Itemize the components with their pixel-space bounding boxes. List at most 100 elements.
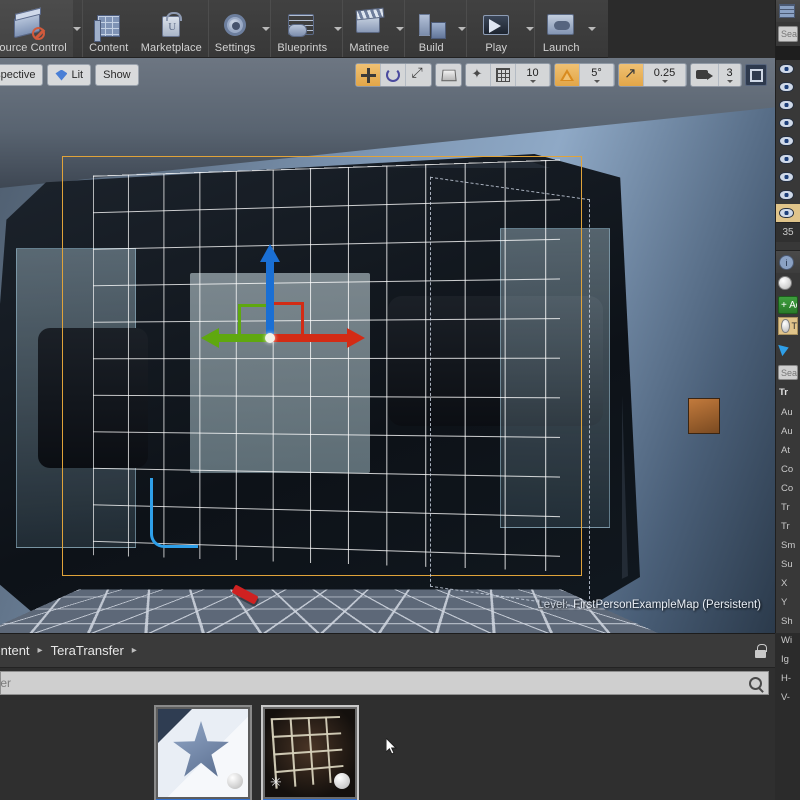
visibility-eye-icon[interactable] bbox=[779, 208, 794, 218]
add-component-button[interactable]: + Add bbox=[778, 296, 798, 314]
settings-gear-icon bbox=[218, 11, 252, 41]
details-property[interactable]: Au bbox=[776, 422, 800, 441]
viewport-viewmode-button[interactable]: Lit bbox=[47, 64, 91, 86]
outliner-row[interactable] bbox=[776, 114, 800, 132]
visibility-eye-icon[interactable] bbox=[779, 136, 794, 146]
outliner-row-selected[interactable] bbox=[776, 204, 800, 222]
details-property[interactable]: Tr bbox=[776, 517, 800, 536]
scale-snap-value-text: 0.25 bbox=[654, 67, 675, 79]
outliner-row[interactable] bbox=[776, 96, 800, 114]
visibility-eye-icon[interactable] bbox=[779, 190, 794, 200]
selected-component-row[interactable]: T bbox=[778, 317, 798, 335]
outliner-actor-count: 35 bbox=[776, 222, 800, 242]
toolbar-group-content: Content Marketplace bbox=[83, 0, 209, 57]
gizmo-center-handle[interactable] bbox=[265, 333, 275, 343]
toolbar-item-play[interactable]: Play bbox=[467, 0, 525, 57]
world-outliner-icon bbox=[779, 4, 795, 18]
details-property[interactable]: Ig bbox=[776, 650, 800, 669]
details-property[interactable]: Su bbox=[776, 555, 800, 574]
content-browser-search-input[interactable]: ...sfer bbox=[0, 671, 769, 695]
viewport-perspective-button[interactable]: Perspective bbox=[0, 64, 43, 86]
gizmo-plane-xz[interactable] bbox=[270, 302, 304, 336]
breadcrumb: Content ▸ TeraTransfer ▸ bbox=[0, 634, 775, 668]
toolbar-item-launch[interactable]: Launch bbox=[535, 0, 587, 57]
play-dropdown-arrow[interactable] bbox=[525, 16, 534, 42]
details-property[interactable]: H- bbox=[776, 669, 800, 688]
perspective-label: Perspective bbox=[0, 69, 35, 81]
details-property[interactable]: At bbox=[776, 441, 800, 460]
move-gizmo-button[interactable] bbox=[356, 64, 381, 86]
toolbar-item-source-control[interactable]: Source Control bbox=[0, 0, 73, 57]
asset-tile-shuriken[interactable] bbox=[154, 705, 252, 800]
details-property[interactable]: Co bbox=[776, 479, 800, 498]
outliner-row[interactable] bbox=[776, 60, 800, 78]
grid-snap-button[interactable] bbox=[491, 64, 516, 86]
outliner-row[interactable] bbox=[776, 186, 800, 204]
scale-snap-button[interactable] bbox=[619, 64, 644, 86]
scale-gizmo-button[interactable] bbox=[406, 64, 431, 86]
scene-crate-actor bbox=[688, 398, 720, 434]
details-property[interactable]: V- bbox=[776, 688, 800, 707]
camera-speed-button[interactable] bbox=[691, 64, 719, 86]
visibility-eye-icon[interactable] bbox=[779, 154, 794, 164]
breadcrumb-item-content[interactable]: Content bbox=[0, 643, 30, 658]
toolbar-item-matinee[interactable]: Matinee bbox=[343, 0, 395, 57]
rotate-gizmo-button[interactable] bbox=[381, 64, 406, 86]
details-category-transform[interactable]: Tr bbox=[776, 384, 800, 401]
details-property[interactable]: X bbox=[776, 574, 800, 593]
source-control-dropdown-arrow[interactable] bbox=[73, 16, 82, 42]
gizmo-axis-y[interactable] bbox=[218, 334, 270, 342]
details-property[interactable]: Co bbox=[776, 460, 800, 479]
scale-snap-value[interactable]: 0.25 bbox=[644, 64, 686, 86]
viewport-show-button[interactable]: Show bbox=[95, 64, 139, 86]
rotation-snap-value[interactable]: 5° bbox=[580, 64, 614, 86]
lock-icon[interactable] bbox=[754, 644, 767, 658]
outliner-row[interactable] bbox=[776, 168, 800, 186]
edit-blueprint-row[interactable] bbox=[776, 337, 800, 361]
toolbar-item-marketplace[interactable]: Marketplace bbox=[135, 0, 208, 57]
maximize-viewport-icon[interactable] bbox=[745, 64, 767, 86]
breadcrumb-item-teratransfer[interactable]: TeraTransfer bbox=[51, 643, 124, 658]
gizmo-axis-x[interactable] bbox=[270, 334, 348, 342]
toolbar-item-content[interactable]: Content bbox=[83, 0, 135, 57]
details-property[interactable]: Y bbox=[776, 593, 800, 612]
transform-gizmo[interactable] bbox=[270, 338, 271, 339]
camera-speed-value[interactable]: 3 bbox=[719, 64, 741, 86]
gizmo-axis-z[interactable] bbox=[266, 260, 274, 338]
matinee-dropdown-arrow[interactable] bbox=[395, 16, 404, 42]
visibility-eye-icon[interactable] bbox=[779, 100, 794, 110]
toolbar-label-content: Content bbox=[89, 42, 128, 54]
visibility-eye-icon[interactable] bbox=[779, 82, 794, 92]
surface-snap-button[interactable] bbox=[466, 64, 491, 86]
build-dropdown-arrow[interactable] bbox=[457, 16, 466, 42]
toolbar-item-blueprints[interactable]: Blueprints bbox=[271, 0, 333, 57]
visibility-eye-icon[interactable] bbox=[779, 64, 794, 74]
scale-snap-caret-icon bbox=[662, 80, 668, 83]
launch-dropdown-arrow[interactable] bbox=[587, 16, 596, 42]
details-property[interactable]: Sh bbox=[776, 612, 800, 631]
details-property[interactable]: Wi bbox=[776, 631, 800, 650]
details-property[interactable]: Tr bbox=[776, 498, 800, 517]
toolbar-item-settings[interactable]: Settings bbox=[209, 0, 262, 57]
blueprints-dropdown-arrow[interactable] bbox=[333, 16, 342, 42]
details-property[interactable]: Au bbox=[776, 403, 800, 422]
launch-icon bbox=[544, 11, 578, 41]
outliner-row[interactable] bbox=[776, 132, 800, 150]
outliner-row[interactable] bbox=[776, 150, 800, 168]
settings-dropdown-arrow[interactable] bbox=[261, 16, 270, 42]
visibility-eye-icon[interactable] bbox=[779, 118, 794, 128]
visibility-eye-icon[interactable] bbox=[779, 172, 794, 182]
outliner-search-input[interactable]: Search bbox=[778, 26, 798, 42]
asset-tile-grid-mesh[interactable]: ✳ bbox=[261, 705, 359, 800]
toolbar-item-build[interactable]: Build bbox=[405, 0, 457, 57]
rotation-snap-group: 5° bbox=[554, 63, 615, 87]
toolbar-group-launch: Launch bbox=[535, 0, 596, 57]
details-search-input[interactable]: Sear bbox=[778, 365, 798, 380]
level-viewport[interactable]: Level: FirstPersonExampleMap (Persistent)… bbox=[0, 58, 775, 633]
world-space-button[interactable] bbox=[436, 64, 461, 86]
outliner-row[interactable] bbox=[776, 78, 800, 96]
component-label: T bbox=[792, 321, 798, 331]
rotation-snap-button[interactable] bbox=[555, 64, 580, 86]
grid-snap-value[interactable]: 10 bbox=[516, 64, 550, 86]
details-property[interactable]: Sm bbox=[776, 536, 800, 555]
